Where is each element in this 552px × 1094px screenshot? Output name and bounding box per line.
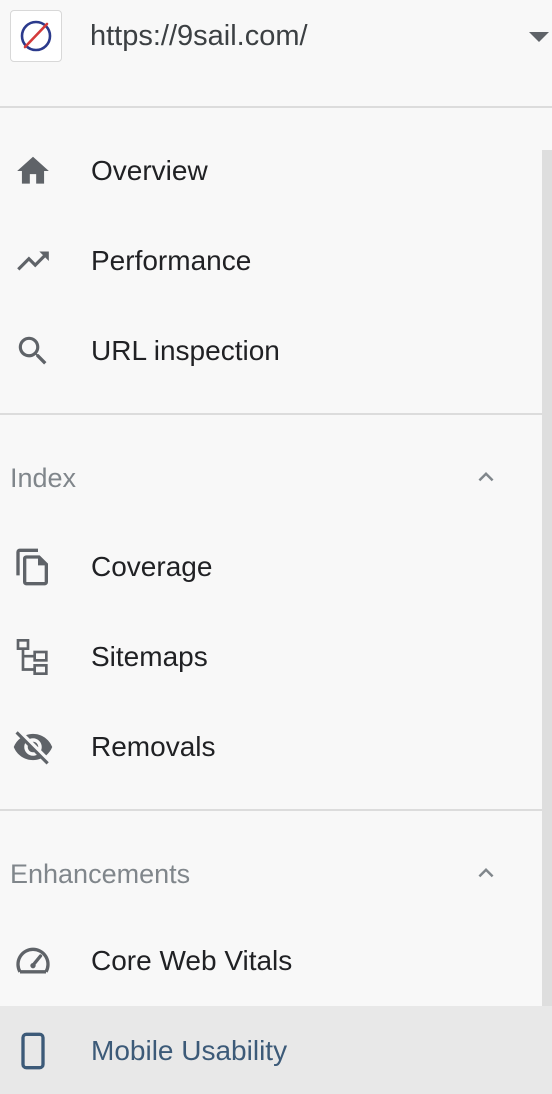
trending-up-icon: [12, 240, 54, 282]
section-header-index[interactable]: Index: [0, 445, 542, 511]
search-icon: [12, 330, 54, 372]
nav-item-sitemaps[interactable]: Sitemaps: [0, 612, 542, 702]
smartphone-icon: [12, 1030, 54, 1072]
section-title: Enhancements: [10, 859, 191, 889]
nav-label: Coverage: [91, 551, 213, 582]
property-selector[interactable]: https://9sail.com/: [0, 0, 552, 108]
compass-icon: [10, 10, 62, 62]
chevron-up-icon[interactable]: [470, 857, 502, 889]
nav-item-removals[interactable]: Removals: [0, 702, 542, 792]
nav-label: Sitemaps: [91, 641, 208, 672]
nav-item-performance[interactable]: Performance: [0, 216, 542, 306]
nav-label: Removals: [91, 731, 216, 762]
nav-item-overview[interactable]: Overview: [0, 126, 542, 216]
property-url[interactable]: https://9sail.com/: [90, 16, 308, 56]
divider: [0, 809, 542, 811]
nav-label: URL inspection: [91, 335, 280, 366]
divider: [0, 413, 542, 415]
caret-down-icon[interactable]: [526, 26, 552, 48]
nav-item-core-web-vitals[interactable]: Core Web Vitals: [0, 916, 542, 1006]
copy-pages-icon: [12, 546, 54, 588]
nav-item-mobile-usability[interactable]: Mobile Usability: [0, 1006, 552, 1094]
search-console-sidebar: https://9sail.com/ Overview Performance …: [0, 0, 552, 1094]
nav-label: Core Web Vitals: [91, 945, 293, 976]
nav-item-coverage[interactable]: Coverage: [0, 522, 542, 612]
section-header-enhancements[interactable]: Enhancements: [0, 841, 542, 907]
nav-label: Overview: [91, 155, 208, 186]
nav-label: Performance: [91, 245, 252, 276]
scrollbar[interactable]: [542, 150, 552, 1094]
speedometer-icon: [12, 940, 54, 982]
chevron-up-icon[interactable]: [470, 461, 502, 493]
sitemap-icon: [12, 636, 54, 678]
nav-label: Mobile Usability: [91, 1035, 288, 1066]
section-title: Index: [10, 463, 77, 493]
home-icon: [12, 150, 54, 192]
eye-off-icon: [12, 726, 54, 768]
nav-item-url-inspection[interactable]: URL inspection: [0, 306, 542, 396]
